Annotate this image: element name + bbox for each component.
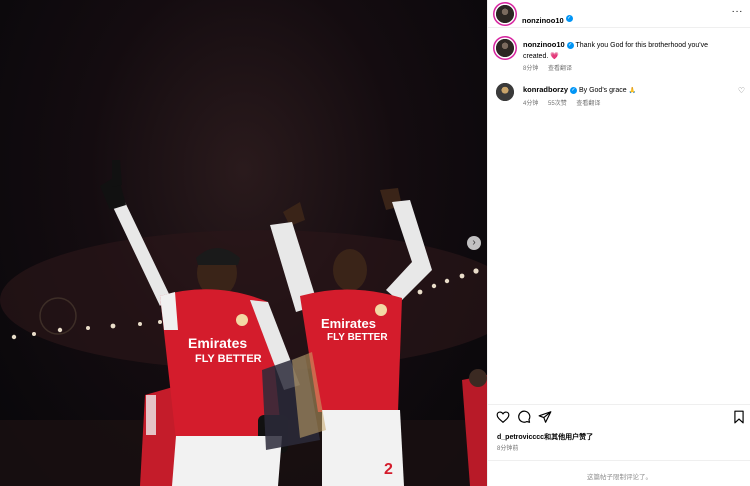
caption-time: 8分钟 bbox=[523, 66, 539, 72]
save-bookmark-icon[interactable] bbox=[732, 410, 746, 424]
post-photo[interactable]: Emirates FLY BETTER Emirates FLY BETTER … bbox=[0, 0, 487, 486]
post-timestamp: 8分钟前 bbox=[497, 446, 519, 452]
comment-like-heart-icon[interactable]: ♡ bbox=[738, 86, 745, 95]
comment-body: By God's grace bbox=[578, 87, 627, 94]
svg-text:Emirates: Emirates bbox=[188, 335, 247, 351]
comment-time: 4分钟 bbox=[523, 101, 539, 107]
comment-translate-link[interactable]: 查看翻译 bbox=[576, 101, 600, 107]
post-sidebar: nonzinoo10 ✓ ··· nonzinoo10 ✓ Thank you Go… bbox=[487, 0, 750, 486]
verified-badge-icon: ✓ bbox=[566, 41, 574, 49]
next-photo-button[interactable]: › bbox=[467, 236, 481, 250]
comment-meta: 4分钟 55次赞 查看翻译 bbox=[523, 98, 608, 107]
author-name-row: nonzinoo10 ✓ bbox=[522, 10, 573, 28]
pink-heart-emoji: 💗 bbox=[550, 53, 559, 60]
share-paper-plane-icon[interactable] bbox=[538, 410, 552, 424]
svg-text:2: 2 bbox=[384, 461, 393, 478]
svg-text:FLY BETTER: FLY BETTER bbox=[327, 332, 388, 343]
svg-text:Emirates: Emirates bbox=[321, 316, 376, 331]
svg-text:FLY BETTER: FLY BETTER bbox=[195, 353, 262, 365]
comment-username[interactable]: konradborzy bbox=[523, 85, 568, 94]
more-options-icon[interactable]: ··· bbox=[732, 7, 744, 17]
post-header: nonzinoo10 ✓ ··· bbox=[488, 0, 750, 28]
celebration-image: Emirates FLY BETTER Emirates FLY BETTER … bbox=[0, 160, 487, 486]
author-avatar[interactable] bbox=[496, 5, 514, 23]
comment-text: konradborzy ✓ By God's grace 🙏 bbox=[523, 84, 728, 97]
praying-hands-emoji: 🙏 bbox=[628, 88, 637, 94]
verified-badge-icon: ✓ bbox=[570, 86, 578, 94]
chevron-right-icon: › bbox=[472, 237, 476, 248]
caption-text: nonzinoo10 ✓ Thank you God for this broth… bbox=[523, 39, 728, 62]
commenter-avatar[interactable] bbox=[496, 83, 514, 101]
verified-badge-icon: ✓ bbox=[565, 15, 573, 23]
action-bar bbox=[488, 404, 750, 426]
caption-meta: 8分钟 查看翻译 bbox=[523, 63, 580, 72]
comment-bubble-icon[interactable] bbox=[517, 410, 531, 424]
caption-avatar[interactable] bbox=[496, 39, 514, 57]
comments-disabled-text: 这篇帖子限制评论了。 bbox=[587, 474, 652, 481]
caption-translate-link[interactable]: 查看翻译 bbox=[548, 66, 572, 72]
like-heart-icon[interactable] bbox=[496, 410, 510, 424]
author-username[interactable]: nonzinoo10 bbox=[522, 16, 564, 25]
liked-by-text[interactable]: d_petrovicccc和其他用户赞了 bbox=[497, 432, 593, 442]
comments-disabled-bar: 这篇帖子限制评论了。 bbox=[488, 460, 750, 486]
comment-likes[interactable]: 55次赞 bbox=[548, 101, 567, 107]
caption-username[interactable]: nonzinoo10 bbox=[523, 40, 565, 49]
